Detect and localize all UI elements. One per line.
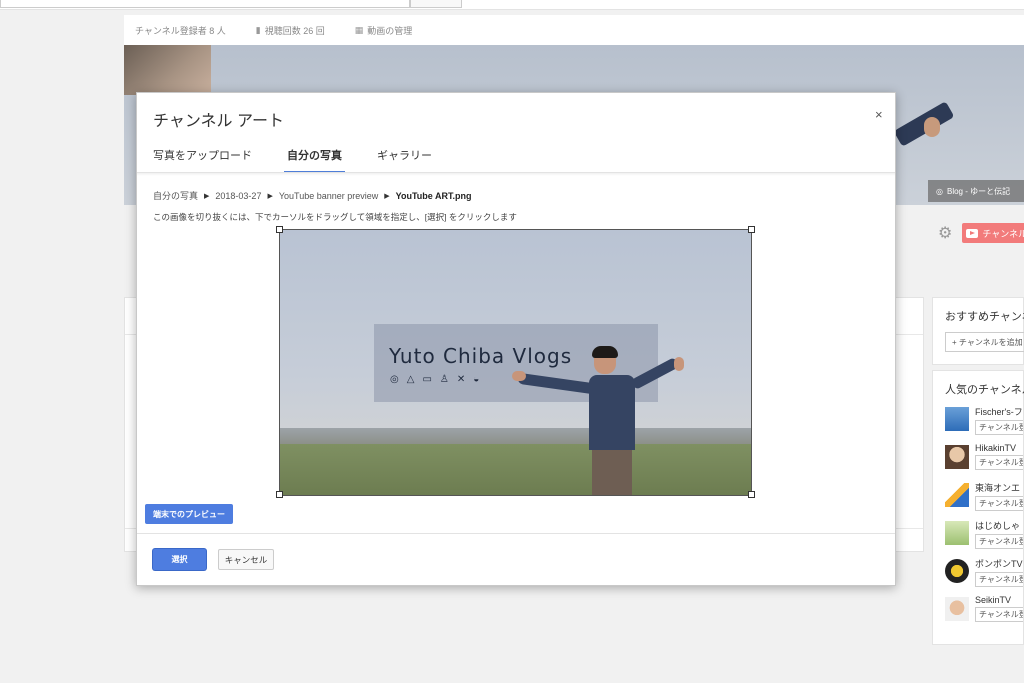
subscribe-label: チャンネル [982, 228, 1024, 239]
gear-icon[interactable]: ⚙ [938, 223, 952, 243]
image-person-body [589, 375, 635, 450]
device-preview-button[interactable]: 端末でのプレビュー [145, 504, 233, 524]
image-person-hand [512, 371, 526, 381]
cancel-button[interactable]: キャンセル [218, 549, 274, 570]
channel-subscribe-button[interactable]: チャンネル登 [975, 572, 1023, 587]
banner-image-hand [924, 117, 940, 137]
breadcrumb-item[interactable]: YouTube banner preview [279, 191, 378, 201]
image-field [280, 444, 751, 495]
channel-avatar[interactable] [124, 45, 211, 95]
crop-handle-bottom-left[interactable] [276, 491, 283, 498]
crop-image-area[interactable]: Yuto Chiba Vlogs ◎ △ ▭ ♙ ✕ ◒ [279, 229, 752, 496]
tent-icon: △ [406, 374, 415, 385]
channel-thumbnail [945, 407, 969, 431]
channel-actions: ⚙ チャンネル [938, 223, 1024, 243]
channel-name: はじめしゃ [975, 521, 1021, 531]
tab-gallery[interactable]: ギャラリー [377, 147, 432, 173]
image-person-hand [674, 357, 684, 371]
list-item[interactable]: ポンポンTV チャンネル登 [945, 557, 1023, 595]
chevron-right-icon: ▶ [204, 192, 210, 200]
channel-name: HikakinTV [975, 443, 1017, 453]
subscriber-count: チャンネル登録者 8 人 [135, 24, 226, 37]
search-button[interactable] [410, 0, 462, 8]
recommended-channels-card: おすすめチャンネル + チャンネルを追加 [932, 297, 1024, 365]
list-item[interactable]: Fischer's-フ チャンネル登 [945, 405, 1023, 443]
channel-subscribe-button[interactable]: チャンネル登 [975, 420, 1023, 435]
channel-name: SeikinTV [975, 595, 1012, 605]
channel-subscribe-button[interactable]: チャンネル登 [975, 534, 1023, 549]
laptop-icon: ▭ [422, 374, 432, 385]
chevron-right-icon: ▶ [267, 192, 273, 200]
manage-videos-link[interactable]: ▦ 動画の管理 [355, 24, 413, 37]
search-input[interactable] [0, 0, 410, 8]
food-icon: ◒ [473, 374, 480, 385]
channel-art-dialog: チャンネル アート × 写真をアップロード 自分の写真 ギャラリー 自分の写真 … [136, 92, 896, 586]
channel-subscribe-button[interactable]: チャンネル登 [975, 607, 1023, 622]
youtube-play-icon [966, 228, 979, 238]
list-item[interactable]: HikakinTV チャンネル登 [945, 443, 1023, 481]
dialog-title: チャンネル アート [153, 113, 285, 130]
banner-overlay-icons: ◎ △ ▭ ♙ ✕ ◒ [390, 374, 479, 385]
channel-thumbnail [945, 483, 969, 507]
channel-thumbnail [945, 445, 969, 469]
divider-shadow [137, 173, 895, 176]
breadcrumb-current: YouTube ART.png [395, 190, 472, 201]
popular-title: 人気のチャンネル [945, 384, 1024, 396]
blog-link-text: Blog - ゆーと伝記 [946, 186, 1011, 196]
close-icon[interactable]: × [875, 107, 883, 122]
breadcrumb-item[interactable]: 自分の写真 [153, 189, 198, 202]
add-channel-button[interactable]: + チャンネルを追加 [945, 332, 1024, 352]
channel-thumbnail [945, 597, 969, 621]
bicycle-icon: ◎ [390, 374, 399, 385]
tools-icon: ✕ [456, 374, 466, 385]
popular-channels-card: 人気のチャンネル Fischer's-フ チャンネル登 HikakinTV チャ… [932, 370, 1024, 645]
breadcrumb: 自分の写真 ▶ 2018-03-27 ▶ YouTube banner prev… [153, 189, 471, 202]
select-button[interactable]: 選択 [153, 549, 206, 570]
channel-name: Fischer's-フ [975, 407, 1023, 417]
bicycle-icon: ◎ [936, 186, 943, 196]
list-item[interactable]: 東海オンエ チャンネル登 [945, 481, 1023, 519]
channel-subscribe-button[interactable]: チャンネル登 [975, 496, 1023, 511]
list-item[interactable]: はじめしゃ チャンネル登 [945, 519, 1023, 557]
subscriber-count-text: チャンネル登録者 8 人 [135, 25, 226, 36]
view-count-text: 視聴回数 26 回 [264, 25, 325, 36]
breadcrumb-item[interactable]: 2018-03-27 [215, 191, 261, 201]
crop-handle-bottom-right[interactable] [748, 491, 755, 498]
crop-handle-top-left[interactable] [276, 226, 283, 233]
channel-name: 東海オンエ [975, 483, 1021, 493]
tab-upload-photo[interactable]: 写真をアップロード [153, 147, 252, 173]
channel-stats-bar: チャンネル登録者 8 人 ▮ 視聴回数 26 回 ▦ 動画の管理 [124, 15, 1024, 45]
recommended-title: おすすめチャンネル [945, 311, 1024, 323]
image-person-hair [592, 346, 618, 358]
top-bar [0, 0, 1024, 10]
image-person-legs [592, 445, 632, 495]
tab-my-photos[interactable]: 自分の写真 [284, 147, 345, 173]
chevron-right-icon: ▶ [384, 192, 390, 200]
channel-thumbnail [945, 521, 969, 545]
list-item[interactable]: SeikinTV チャンネル登 [945, 595, 1023, 633]
hiker-icon: ♙ [439, 374, 449, 385]
channel-thumbnail [945, 559, 969, 583]
channel-name: ポンポンTV [975, 559, 1023, 569]
view-count: ▮ 視聴回数 26 回 [256, 24, 325, 37]
channel-subscribe-button[interactable]: チャンネル登 [975, 455, 1023, 470]
dialog-tabs: 写真をアップロード 自分の写真 ギャラリー [153, 147, 467, 173]
crop-instruction: この画像を切り抜くには、下でカーソルをドラッグして領域を指定し、[選択] をクリ… [153, 212, 517, 222]
blog-link[interactable]: ◎ Blog - ゆーと伝記 [928, 180, 1024, 202]
crop-handle-top-right[interactable] [748, 226, 755, 233]
banner-overlay-title: Yuto Chiba Vlogs [389, 344, 573, 368]
video-manager-icon: ▦ [354, 24, 364, 35]
manage-videos-text: 動画の管理 [367, 25, 413, 36]
bar-chart-icon: ▮ [255, 24, 261, 35]
subscribe-button[interactable]: チャンネル [962, 223, 1024, 243]
divider [137, 533, 895, 534]
